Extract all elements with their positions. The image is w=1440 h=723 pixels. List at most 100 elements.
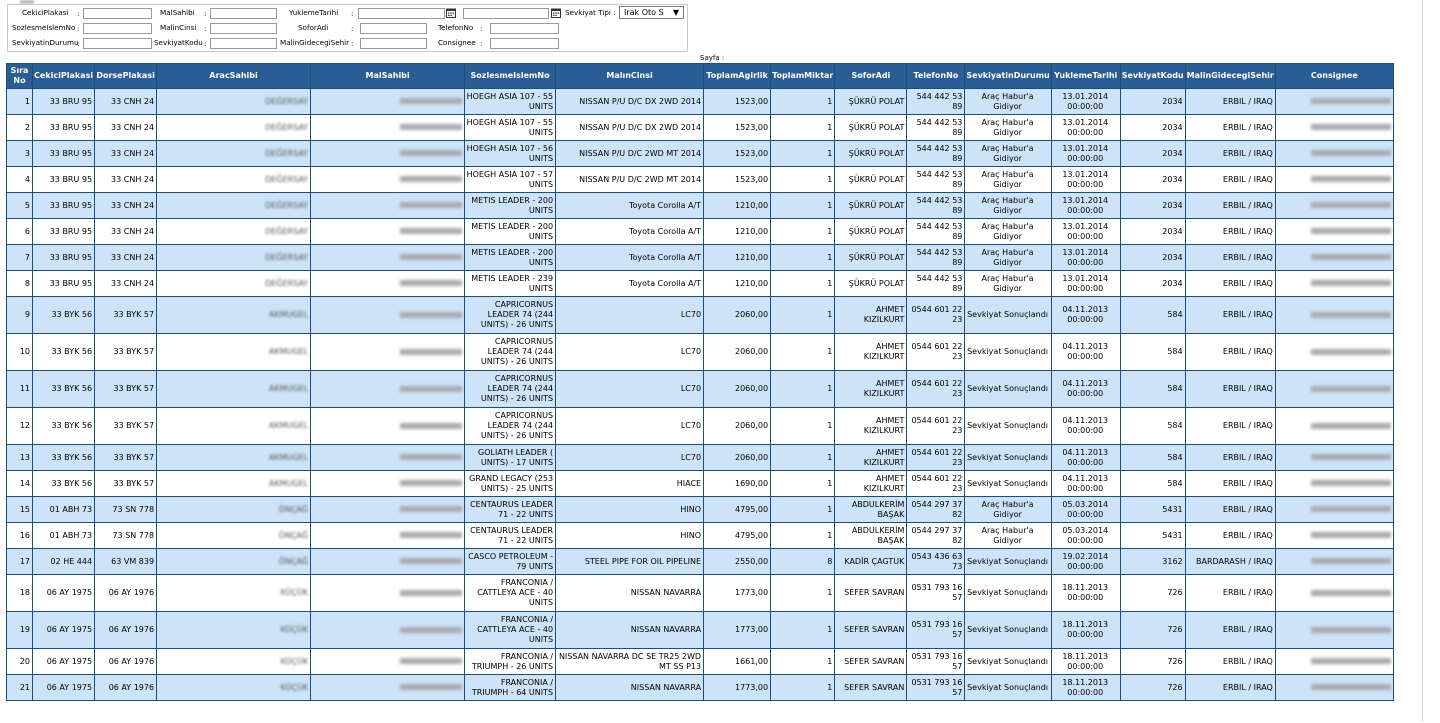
- redacted-text: [400, 254, 463, 260]
- column-header[interactable]: SevkiyatinDurumu: [965, 64, 1051, 88]
- toplam-miktar-cell: 1: [771, 297, 835, 333]
- table-row[interactable]: 2 33 BRU 95 33 CNH 24 DEĞERSAY HOEGH ASIA 10…: [7, 115, 1393, 140]
- sevkiyat-durumu-input[interactable]: [83, 38, 152, 49]
- malin-cinsi-cell: HINO: [556, 523, 704, 548]
- arac-sahibi-cell: KÜÇÜK: [157, 612, 311, 648]
- table-row[interactable]: 11 33 BYK 56 33 BYK 57 AKMUGEL CAPRICORNUS L…: [7, 371, 1393, 407]
- malin-cinsi-cell: LC70: [556, 297, 704, 333]
- calendar-icon[interactable]: [551, 8, 561, 18]
- arac-sahibi-cell: AKMUGEL: [157, 371, 311, 407]
- table-row[interactable]: 21 06 AY 1975 06 AY 1976 KÜÇÜK FRANCONIA / T…: [7, 675, 1393, 700]
- sevkiyat-durumu-cell: Araç Habur'a Gidiyor: [965, 193, 1051, 218]
- sevkiyat-tipi-select[interactable]: Irak Oto S ▼: [619, 6, 684, 19]
- column-header[interactable]: TelefonNo: [907, 64, 965, 88]
- table-row[interactable]: 6 33 BRU 95 33 CNH 24 DEĞERSAY METIS LEADER …: [7, 219, 1393, 244]
- table-row[interactable]: 13 33 BYK 56 33 BYK 57 AKMUGEL GOLIATH LEADE…: [7, 445, 1393, 470]
- arac-sahibi-cell: AKMUGEL: [157, 471, 311, 496]
- yukleme-tarihi-cell: 13.01.2014 00:00:00: [1051, 219, 1120, 244]
- gidecegi-sehir-cell: ERBIL / IRAQ: [1185, 141, 1275, 166]
- malincinsi-input[interactable]: [210, 23, 277, 34]
- calendar-icon[interactable]: [446, 8, 456, 18]
- column-header[interactable]: Sıra No: [7, 64, 32, 88]
- sevkiyat-kodu-input[interactable]: [210, 38, 277, 49]
- row-number: 4: [7, 167, 32, 192]
- redacted-text: [1310, 228, 1391, 234]
- redacted-text: KÜÇÜK: [280, 682, 309, 692]
- toplam-miktar-cell: 1: [771, 271, 835, 296]
- consignee-cell: [1275, 334, 1393, 370]
- column-header[interactable]: AracSahibi: [157, 64, 311, 88]
- malin-gidecegi-input[interactable]: [360, 38, 427, 49]
- yukleme-start-input[interactable]: [358, 8, 445, 19]
- toplam-agirlik-cell: 2060,00: [704, 445, 771, 470]
- toplam-agirlik-cell: 1690,00: [704, 471, 771, 496]
- table-row[interactable]: 4 33 BRU 95 33 CNH 24 DEĞERSAY HOEGH ASIA 10…: [7, 167, 1393, 192]
- column-header[interactable]: YuklemeTarihi: [1051, 64, 1120, 88]
- malsahibi-input[interactable]: [210, 8, 277, 19]
- row-number: 20: [7, 649, 32, 674]
- table-row[interactable]: 20 06 AY 1975 06 AY 1976 KÜÇÜK FRANCONIA / T…: [7, 649, 1393, 674]
- sofor-adi-cell: SEFER SAVRAN: [835, 675, 907, 700]
- column-header[interactable]: MalinGidecegiSehir: [1185, 64, 1275, 88]
- column-header[interactable]: MalınCinsi: [556, 64, 704, 88]
- toplam-miktar-cell: 1: [771, 649, 835, 674]
- sofor-adi-cell: AHMET KIZILKURT: [835, 445, 907, 470]
- sozlesme-input[interactable]: [83, 23, 152, 34]
- column-header[interactable]: ToplamAgirlik: [704, 64, 771, 88]
- table-row[interactable]: 18 06 AY 1975 06 AY 1976 KÜÇÜK FRANCONIA / C…: [7, 575, 1393, 611]
- malin-cinsi-cell: Toyota Corolla A/T: [556, 193, 704, 218]
- table-row[interactable]: 9 33 BYK 56 33 BYK 57 AKMUGEL CAPRICORNUS LE…: [7, 297, 1393, 333]
- consignee-input[interactable]: [490, 38, 559, 49]
- column-header[interactable]: Consignee: [1275, 64, 1393, 88]
- column-header[interactable]: SevkiyatKodu: [1120, 64, 1185, 88]
- consignee-cell: [1275, 193, 1393, 218]
- yukleme-end-input[interactable]: [463, 8, 549, 19]
- dorse-plakasi-cell: 06 AY 1976: [95, 612, 157, 648]
- redacted-text: ÖNÇAĞ: [278, 504, 309, 514]
- redacted-text: ÖNÇAĞ: [278, 556, 309, 566]
- sevkiyat-durumu-cell: Araç Habur'a Gidiyor: [965, 89, 1051, 114]
- page-label: Sayfa :: [700, 54, 725, 62]
- table-row[interactable]: 15 01 ABH 73 73 SN 778 ÖNÇAĞ CENTAURUS LEADE…: [7, 497, 1393, 522]
- sozlesme-cell: CENTAURUS LEADER 71 - 22 UNITS: [465, 497, 556, 522]
- table-row[interactable]: 3 33 BRU 95 33 CNH 24 DEĞERSAY HOEGH ASIA 10…: [7, 141, 1393, 166]
- toplam-agirlik-cell: 1773,00: [704, 612, 771, 648]
- table-row[interactable]: 1 33 BRU 95 33 CNH 24 DEĞERSAY HOEGH ASIA 10…: [7, 89, 1393, 114]
- consignee-cell: [1275, 549, 1393, 574]
- gidecegi-sehir-cell: ERBIL / IRAQ: [1185, 219, 1275, 244]
- sevkiyat-durumu-cell: Sevkiyat Sonuçlandı: [965, 649, 1051, 674]
- malin-cinsi-cell: HINO: [556, 497, 704, 522]
- table-row[interactable]: 16 01 ABH 73 73 SN 778 ÖNÇAĞ CENTAURUS LEADE…: [7, 523, 1393, 548]
- telefon-cell: 0544 297 37 82: [907, 497, 965, 522]
- table-row[interactable]: 12 33 BYK 56 33 BYK 57 AKMUGEL CAPRICORNUS L…: [7, 408, 1393, 444]
- malin-cinsi-cell: NISSAN NAVARRA: [556, 575, 704, 611]
- table-row[interactable]: 7 33 BRU 95 33 CNH 24 DEĞERSAY METIS LEADER …: [7, 245, 1393, 270]
- column-header[interactable]: CekiciPlakasi: [33, 64, 95, 88]
- column-header[interactable]: MalSahibi: [311, 64, 465, 88]
- consignee-cell: [1275, 497, 1393, 522]
- table-row[interactable]: 10 33 BYK 56 33 BYK 57 AKMUGEL CAPRICORNUS L…: [7, 334, 1393, 370]
- column-header[interactable]: ToplamMiktar: [771, 64, 835, 88]
- table-row[interactable]: 5 33 BRU 95 33 CNH 24 DEĞERSAY METIS LEADER …: [7, 193, 1393, 218]
- sevkiyat-kodu-cell: 584: [1120, 334, 1185, 370]
- sevkiyat-kodu-cell: 726: [1120, 612, 1185, 648]
- table-row[interactable]: 17 02 HE 444 63 VM 839 ÖNÇAĞ CASCO PETROLEUM…: [7, 549, 1393, 574]
- table-row[interactable]: 8 33 BRU 95 33 CNH 24 DEĞERSAY METIS LEADER …: [7, 271, 1393, 296]
- column-header[interactable]: DorsePlakasi: [95, 64, 157, 88]
- arac-sahibi-cell: DEĞERSAY: [157, 219, 311, 244]
- dorse-plakasi-cell: 06 AY 1976: [95, 675, 157, 700]
- cekici-input[interactable]: [83, 8, 152, 19]
- dorse-plakasi-cell: 33 BYK 57: [95, 445, 157, 470]
- malin-cinsi-cell: NISSAN P/U D/C DX 2WD 2014: [556, 89, 704, 114]
- column-header[interactable]: SoforAdi: [835, 64, 907, 88]
- gidecegi-sehir-cell: ERBIL / IRAQ: [1185, 89, 1275, 114]
- soforadi-input[interactable]: [360, 23, 427, 34]
- table-row[interactable]: 14 33 BYK 56 33 BYK 57 AKMUGEL GRAND LEGACY …: [7, 471, 1393, 496]
- telefon-cell: 544 442 53 89: [907, 271, 965, 296]
- telefon-cell: 544 442 53 89: [907, 115, 965, 140]
- column-header[interactable]: SozlesmeIslemNo: [465, 64, 556, 88]
- telefon-input[interactable]: [490, 23, 559, 34]
- mal-sahibi-cell: [311, 141, 465, 166]
- table-row[interactable]: 19 06 AY 1975 06 AY 1976 KÜÇÜK FRANCONIA / C…: [7, 612, 1393, 648]
- sevkiyat-kodu-cell: 3162: [1120, 549, 1185, 574]
